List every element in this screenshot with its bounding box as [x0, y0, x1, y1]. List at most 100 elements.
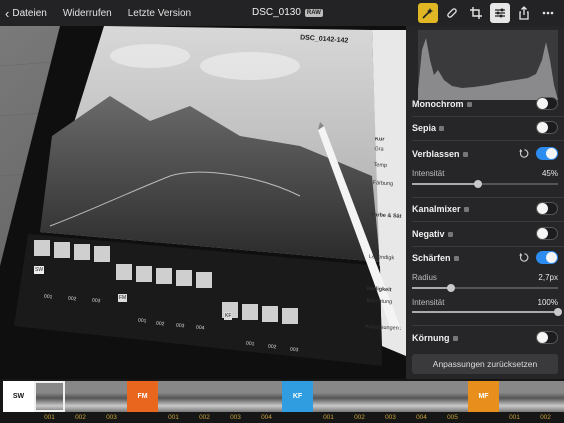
schaerfen-label: Schärfen — [412, 253, 451, 263]
last-version-button[interactable]: Letzte Version — [128, 8, 191, 19]
koernung-toggle[interactable] — [536, 331, 558, 344]
toolbar — [418, 3, 558, 23]
schaerfen-intensity-slider[interactable] — [412, 308, 562, 316]
device-panel-label: Gra — [374, 146, 384, 153]
device-strip-group: SW — [34, 266, 45, 274]
share-tool[interactable] — [514, 3, 534, 23]
filter-thumbnail[interactable] — [437, 381, 468, 412]
top-bar: ‹ Dateien Widerrufen Letzte Version DSC_… — [0, 0, 564, 26]
slider-fill — [412, 287, 452, 289]
reset-icon[interactable] — [519, 148, 530, 159]
raw-badge: RAW — [304, 8, 323, 17]
row-monochrom: Monochrom — [406, 92, 564, 116]
divider — [412, 140, 564, 141]
schaerfen-radius-slider[interactable] — [412, 284, 558, 292]
device-panel-label: Lebendigk — [368, 254, 395, 262]
crop-icon — [470, 7, 482, 19]
filter-thumbnail-label: 001 — [168, 414, 179, 421]
more-tool[interactable] — [538, 3, 558, 23]
device-strip-label: 002 — [267, 343, 277, 351]
device-strip-label: 004 — [195, 324, 205, 332]
row-koernung: Körnung — [406, 326, 564, 350]
device-panel-label: Kur — [374, 137, 385, 143]
row-schaerfen: Schärfen — [406, 246, 564, 270]
schaerfen-toggle[interactable] — [536, 251, 558, 264]
filter-thumbnail[interactable] — [65, 381, 96, 412]
filter-thumbnail[interactable] — [251, 381, 282, 412]
filter-group-mf[interactable]: MF — [468, 381, 499, 412]
filter-thumbnail[interactable] — [344, 381, 375, 412]
toggle-knob — [546, 252, 557, 263]
device-strip-label: 001 — [43, 293, 53, 301]
filter-thumbnail[interactable] — [96, 381, 127, 412]
negativ-label: Negativ — [412, 229, 445, 239]
negativ-toggle[interactable] — [536, 227, 558, 240]
device-panel-label: Temp — [373, 162, 388, 169]
schaerfen-intensity-label: Intensität — [412, 298, 445, 307]
filter-thumbnail-label: 002 — [75, 414, 86, 421]
device-strip-label: 003 — [91, 297, 101, 305]
verblassen-intensity-slider[interactable] — [412, 180, 558, 188]
filter-thumbnail-label: 001 — [509, 414, 520, 421]
filter-group-kf[interactable]: KF — [282, 381, 313, 412]
reset-adjustments-button[interactable]: Anpassungen zurücksetzen — [412, 354, 558, 374]
undo-button[interactable]: Widerrufen — [63, 8, 112, 19]
schaerfen-intensity-row: Intensität 100% — [412, 298, 558, 307]
filter-thumbnail[interactable] — [406, 381, 437, 412]
filter-thumbnail[interactable] — [189, 381, 220, 412]
schaerfen-radius-value: 2,7px — [538, 273, 558, 282]
device-strip-group: FM — [118, 294, 128, 302]
crop-tool[interactable] — [466, 3, 486, 23]
verblassen-toggle[interactable] — [536, 147, 558, 160]
filter-thumbnail-label: 003 — [385, 414, 396, 421]
kanalmixer-toggle[interactable] — [536, 202, 558, 215]
filter-thumbnail[interactable] — [158, 381, 189, 412]
filter-thumbnail[interactable] — [375, 381, 406, 412]
toggle-knob — [537, 228, 548, 239]
row-negativ: Negativ — [406, 222, 564, 246]
slider-fill — [412, 311, 558, 313]
device-strip-label: 001 — [245, 340, 255, 348]
filter-thumbnail-label: 002 — [354, 414, 365, 421]
photo-canvas[interactable]: DSC_0142-142 Kur Gra Temp Färbung Farbe … — [0, 26, 406, 379]
schaerfen-intensity-value: 100% — [537, 298, 558, 307]
slider-thumb[interactable] — [554, 308, 562, 316]
reset-icon[interactable] — [519, 252, 530, 263]
row-sepia: Sepia — [406, 116, 564, 140]
device-strip-group: KF — [224, 312, 233, 320]
filter-thumbnail[interactable] — [220, 381, 251, 412]
filter-thumbnail-label: 005 — [447, 414, 458, 421]
filter-thumbnail-label: 004 — [261, 414, 272, 421]
monochrom-toggle[interactable] — [536, 97, 558, 110]
sliders-icon — [495, 8, 505, 18]
retouch-tool[interactable] — [442, 3, 462, 23]
filter-group-sw[interactable]: SW — [3, 381, 34, 412]
lock-icon — [439, 125, 445, 131]
filter-thumbnail-label: 002 — [199, 414, 210, 421]
lock-icon — [462, 151, 468, 157]
back-label: Dateien — [12, 7, 47, 19]
lock-icon — [452, 335, 458, 341]
toggle-knob — [546, 148, 557, 159]
filter-group-fm[interactable]: FM — [127, 381, 158, 412]
filter-thumbnail[interactable] — [499, 381, 530, 412]
device-strip-label: 002 — [67, 295, 77, 303]
filter-thumbnail[interactable] — [34, 381, 65, 412]
koernung-label: Körnung — [412, 333, 450, 343]
back-button[interactable]: ‹ Dateien — [5, 7, 47, 20]
auto-adjust-tool[interactable] — [418, 3, 438, 23]
slider-thumb[interactable] — [447, 284, 456, 292]
filmstrip: SW 001 002 003 FM 001 002 003 004 KF 001 002 003 004 0… — [0, 379, 564, 423]
device-panel-label: Helligkeit — [366, 286, 392, 294]
device-strip-label: 003 — [289, 346, 299, 354]
filter-thumbnail[interactable] — [313, 381, 344, 412]
device-panel-label: Sä — [369, 232, 377, 239]
filter-thumbnail[interactable] — [530, 381, 561, 412]
lock-icon — [466, 101, 472, 107]
lock-icon — [463, 206, 469, 212]
device-panel-label: Belichtung — [366, 297, 393, 306]
slider-thumb[interactable] — [473, 180, 482, 188]
device-strip-label: 001 — [137, 317, 147, 325]
sepia-toggle[interactable] — [536, 121, 558, 134]
adjust-tool[interactable] — [490, 3, 510, 23]
